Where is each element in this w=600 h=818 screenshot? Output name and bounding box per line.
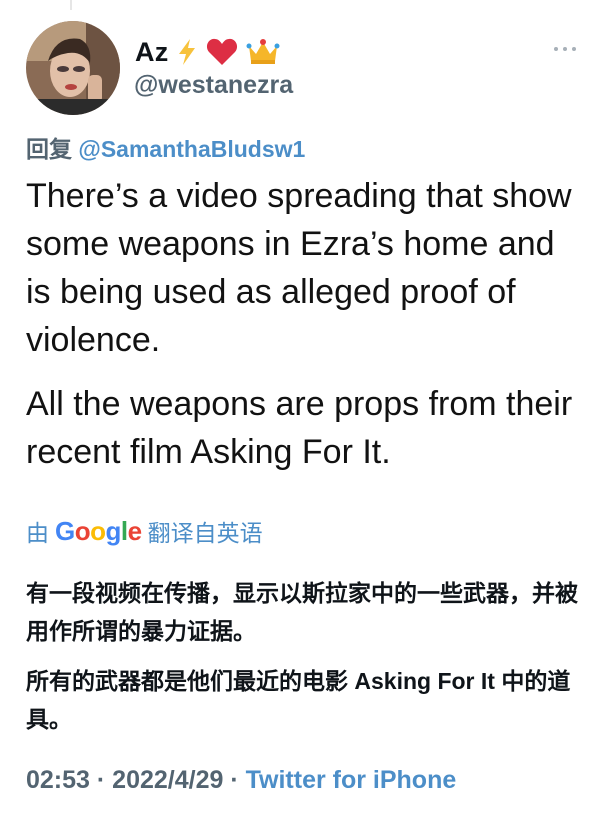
more-dot-icon xyxy=(554,47,558,51)
reply-mention-link[interactable]: @SamanthaBludsw1 xyxy=(78,136,305,162)
translated-paragraph: 所有的武器都是他们最近的电影 Asking For It 中的道具。 xyxy=(26,668,571,732)
google-logo-letter: o xyxy=(90,515,106,546)
tweet-paragraph: All the weapons are props from their rec… xyxy=(26,385,573,471)
google-logo-letter: g xyxy=(105,515,122,546)
tweet-source-link[interactable]: Twitter for iPhone xyxy=(246,766,457,794)
meta-separator: · xyxy=(89,766,113,794)
google-logo-letter: o xyxy=(74,515,91,546)
translated-by-google-link[interactable]: 由 Google 翻译自英语 xyxy=(26,514,263,548)
display-name[interactable]: Az xyxy=(135,37,168,68)
tweet-metadata: 02:53 · 2022/4/29 · Twitter for iPhone xyxy=(26,766,456,795)
tweet-time: 02:53 xyxy=(26,766,90,794)
tweet-text: There’s a video spreading that show some… xyxy=(26,172,586,476)
google-logo-letter: l xyxy=(120,515,128,546)
google-logo-letter: e xyxy=(127,515,142,546)
tweet-paragraph: There’s a video spreading that show some… xyxy=(26,177,572,359)
user-handle[interactable]: @westanezra xyxy=(134,71,293,100)
lightning-icon xyxy=(176,38,198,66)
more-dot-icon xyxy=(572,47,576,51)
translated-by-suffix: 翻译自英语 xyxy=(147,520,263,546)
author-name-row[interactable]: Az xyxy=(135,34,280,70)
avatar-photo xyxy=(26,21,120,115)
reply-prefix: 回复 xyxy=(26,136,72,162)
crown-icon xyxy=(246,38,280,66)
reply-context: 回复 @SamanthaBludsw1 xyxy=(26,130,305,164)
translated-text: 有一段视频在传播，显示以斯拉家中的一些武器，并被用作所谓的暴力证据。 所有的武器… xyxy=(26,574,586,738)
more-options-button[interactable] xyxy=(554,47,576,51)
thread-connector-line xyxy=(70,0,72,10)
translated-paragraph: 有一段视频在传播，显示以斯拉家中的一些武器，并被用作所谓的暴力证据。 xyxy=(26,580,578,644)
google-logo: Google xyxy=(55,516,142,547)
more-dot-icon xyxy=(563,47,567,51)
meta-separator: · xyxy=(223,766,246,794)
tweet-date: 2022/4/29 xyxy=(112,766,224,794)
translated-by-prefix: 由 xyxy=(26,520,49,546)
avatar[interactable] xyxy=(26,21,120,115)
heart-icon xyxy=(206,38,238,66)
google-logo-letter: G xyxy=(55,515,75,546)
